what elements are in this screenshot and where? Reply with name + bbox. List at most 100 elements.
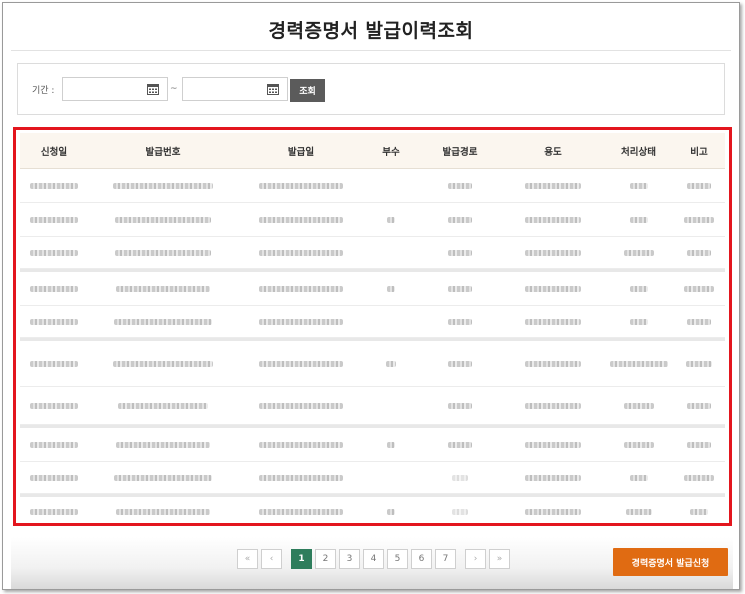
obscured-value: [525, 216, 581, 223]
obscured-value: [114, 474, 212, 481]
obscured-value: [259, 508, 343, 515]
table-cell: [502, 285, 604, 292]
obscured-value: [684, 216, 714, 223]
header-status: 처리상태: [621, 146, 656, 158]
history-table: 신청일 발급번호 발급일 부수 발급경로 용도 처리상태 비고: [20, 133, 725, 523]
table-cell: [20, 441, 88, 448]
table-cell: [88, 318, 238, 325]
last-page-button[interactable]: »: [489, 549, 510, 569]
obscured-value: [687, 182, 711, 189]
calendar-icon[interactable]: [267, 83, 279, 95]
table-row[interactable]: [20, 203, 725, 237]
table-cell: [673, 402, 725, 409]
obscured-value: [113, 360, 213, 367]
page-6-button[interactable]: 6: [411, 549, 432, 569]
page-3-button[interactable]: 3: [339, 549, 360, 569]
obscured-value: [30, 318, 78, 325]
table-cell: [20, 360, 88, 367]
table-cell: [364, 360, 418, 367]
first-page-button[interactable]: «: [237, 549, 258, 569]
table-cell: [418, 216, 502, 223]
table-cell: [673, 216, 725, 223]
page-4-button[interactable]: 4: [363, 549, 384, 569]
table-cell: [20, 182, 88, 189]
obscured-value: [448, 249, 472, 256]
table-row[interactable]: [20, 428, 725, 462]
table-row[interactable]: [20, 462, 725, 494]
table-cell: [673, 249, 725, 256]
table-cell: [88, 216, 238, 223]
table-cell: [502, 508, 604, 515]
table-row[interactable]: [20, 306, 725, 338]
obscured-value: [115, 216, 211, 223]
obscured-value: [690, 508, 708, 515]
table-cell: [418, 474, 502, 481]
obscured-value: [687, 402, 711, 409]
obscured-value: [259, 216, 343, 223]
obscured-value: [30, 402, 78, 409]
table-cell: [604, 508, 673, 515]
calendar-icon[interactable]: [147, 83, 159, 95]
table-cell: [238, 508, 364, 515]
obscured-value: [259, 360, 343, 367]
table-cell: [673, 182, 725, 189]
obscured-value: [452, 474, 468, 481]
obscured-value: [629, 182, 648, 189]
obscured-value: [116, 508, 210, 515]
obscured-value: [452, 508, 468, 515]
obscured-value: [30, 474, 78, 481]
header-issue-route: 발급경로: [442, 146, 478, 158]
table-cell: [418, 360, 502, 367]
table-cell: [88, 285, 238, 292]
table-row[interactable]: [20, 169, 725, 203]
obscured-value: [118, 402, 208, 409]
table-cell: [604, 441, 673, 448]
table-cell: [364, 285, 418, 292]
obscured-value: [525, 441, 581, 448]
table-row[interactable]: [20, 387, 725, 425]
table-row[interactable]: [20, 237, 725, 269]
table-cell: [604, 474, 673, 481]
obscured-value: [629, 474, 648, 481]
obscured-value: [448, 441, 472, 448]
table-row[interactable]: [20, 272, 725, 306]
obscured-value: [448, 285, 472, 292]
prev-page-button[interactable]: ‹: [261, 549, 282, 569]
header-issue-number: 발급번호: [145, 146, 181, 158]
page-1-button[interactable]: 1: [291, 549, 312, 569]
obscured-value: [525, 360, 581, 367]
obscured-value: [448, 182, 472, 189]
page-7-button[interactable]: 7: [435, 549, 456, 569]
obscured-value: [387, 285, 395, 292]
obscured-value: [448, 402, 472, 409]
search-panel: 기간 : ~ 조회: [17, 63, 725, 115]
obscured-value: [525, 285, 581, 292]
next-page-button[interactable]: ›: [465, 549, 486, 569]
table-cell: [673, 318, 725, 325]
table-row[interactable]: [20, 341, 725, 387]
table-cell: [502, 318, 604, 325]
obscured-value: [609, 360, 668, 367]
table-row[interactable]: [20, 497, 725, 523]
table-cell: [418, 508, 502, 515]
table-cell: [604, 182, 673, 189]
table-cell: [418, 318, 502, 325]
table-cell: [20, 285, 88, 292]
page-2-button[interactable]: 2: [315, 549, 336, 569]
apply-certificate-button[interactable]: 경력증명서 발급신청: [613, 548, 728, 576]
table-cell: [604, 216, 673, 223]
history-window: 경력증명서 발급이력조회 기간 : ~ 조회 신청일 발급번호 발급일 부수 발…: [2, 2, 740, 590]
table-cell: [238, 216, 364, 223]
obscured-value: [687, 441, 711, 448]
table-cell: [238, 360, 364, 367]
obscured-value: [448, 318, 472, 325]
table-cell: [418, 249, 502, 256]
table-cell: [20, 249, 88, 256]
period-label: 기간 :: [32, 86, 55, 96]
header-purpose: 용도: [544, 146, 562, 158]
obscured-value: [525, 508, 581, 515]
page-5-button[interactable]: 5: [387, 549, 408, 569]
obscured-value: [259, 249, 343, 256]
search-button[interactable]: 조회: [290, 79, 325, 102]
obscured-value: [30, 285, 78, 292]
